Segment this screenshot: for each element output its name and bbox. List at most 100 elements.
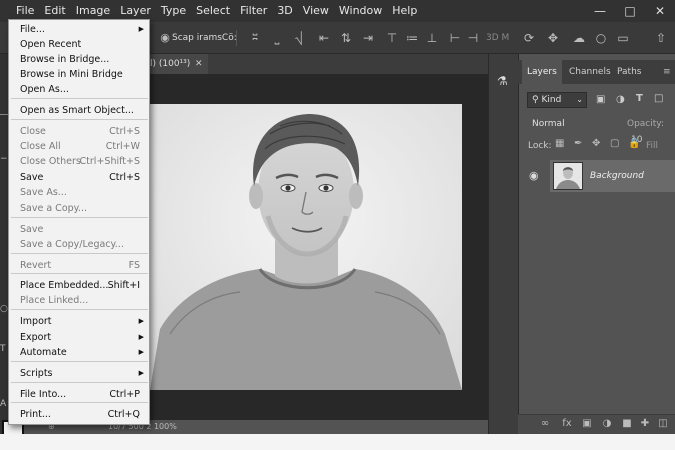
portrait-illustration	[150, 104, 462, 390]
align-left-icon[interactable]: ⇤	[317, 31, 331, 45]
orbit-icon[interactable]: ⟳	[522, 31, 536, 45]
menu-item-label: Place Embedded...	[20, 280, 109, 291]
blend-mode-select[interactable]: Normal	[527, 116, 597, 132]
align-vcenter-icon[interactable]: ⎵	[270, 31, 284, 45]
file-menu-item-close-others[interactable]: Close Others Ctrl+Shift+S	[20, 154, 148, 169]
visibility-eye-icon[interactable]: ◉	[529, 170, 543, 182]
align-bottom-icon[interactable]: ⎷	[292, 31, 306, 45]
align-top-icon[interactable]: ⎶	[248, 31, 262, 45]
distribute-bottom-icon[interactable]: ⊥	[425, 31, 439, 45]
lock-move-icon[interactable]: ✥	[592, 138, 600, 149]
pan-icon[interactable]: ✥	[546, 31, 560, 45]
new-layer-icon[interactable]: ✚	[638, 418, 652, 430]
submenu-arrow-icon: ▶	[138, 333, 144, 341]
options-label: Scap iramsCö:	[172, 33, 237, 43]
menu-window[interactable]: Window	[334, 0, 387, 22]
lock-brush-icon[interactable]: ✒	[574, 138, 582, 149]
workspace-icon[interactable]: ▭	[616, 31, 630, 45]
close-window-button[interactable]: ✕	[645, 0, 675, 22]
file-menu-item-close-all[interactable]: Close All Ctrl+W	[20, 139, 148, 154]
document-tab[interactable]: l) (100¹³) ✕	[150, 54, 208, 74]
adjustment-layer-icon[interactable]: ◑	[600, 418, 614, 430]
file-menu-item-import[interactable]: Import ▶	[20, 314, 148, 329]
file-menu-item-save-a-copy[interactable]: Save a Copy...	[20, 201, 148, 216]
tab-layers[interactable]: Layers	[522, 60, 562, 84]
file-menu-item-print[interactable]: Print... Ctrl+Q	[20, 407, 148, 422]
menu-separator	[11, 98, 148, 99]
menu-item-shortcut: Ctrl+Shift+S	[79, 156, 140, 167]
distribute-top-icon[interactable]: ⊤	[385, 31, 399, 45]
file-menu-item-save-a-copy-legacy[interactable]: Save a Copy/Legacy...	[20, 237, 148, 252]
file-menu-item-open-as[interactable]: Open As...	[20, 82, 148, 97]
submenu-arrow-icon: ▶	[138, 348, 144, 356]
lock-artboard-icon[interactable]: ▢	[610, 138, 619, 149]
search-icon[interactable]: ○	[594, 31, 608, 45]
layer-name[interactable]: Background	[590, 160, 644, 192]
menu-item-label: Place Linked...	[20, 295, 89, 306]
menu-help[interactable]: Help	[387, 0, 422, 22]
radio-icon[interactable]: ◉	[158, 31, 172, 45]
menu-item-shortcut: Ctrl+W	[105, 141, 140, 152]
file-menu-item-place-embedded[interactable]: Place Embedded... Shift+I	[20, 278, 148, 293]
menu-filter[interactable]: Filter	[235, 0, 272, 22]
tool-icon[interactable]: T	[0, 344, 6, 354]
file-menu-item-automate[interactable]: Automate ▶	[20, 345, 148, 360]
file-menu-item-browse-in-bridge[interactable]: Browse in Bridge...	[20, 52, 148, 67]
tab-channels[interactable]: Channels	[564, 60, 616, 84]
filter-shape-icon[interactable]: □	[654, 93, 663, 104]
file-menu-item-browse-in-mini-bridge[interactable]: Browse in Mini Bridge	[20, 67, 148, 82]
tab-paths[interactable]: Paths	[612, 60, 646, 84]
filter-adjustment-icon[interactable]: ◑	[616, 94, 625, 105]
submenu-arrow-icon: ▶	[138, 369, 144, 377]
minimize-button[interactable]: —	[585, 0, 615, 22]
align-hcenter-icon[interactable]: ⇅	[339, 31, 353, 45]
menu-item-shortcut: Ctrl+P	[109, 389, 140, 400]
close-tab-icon[interactable]: ✕	[195, 54, 203, 74]
file-menu-item-save[interactable]: Save Ctrl+S	[20, 170, 148, 185]
menu-select[interactable]: Select	[191, 0, 235, 22]
tool-icon[interactable]: A	[0, 399, 6, 409]
menu-separator	[11, 253, 148, 254]
file-menu-item-file[interactable]: File... ▶	[20, 22, 148, 37]
filter-pixel-icon[interactable]: ▣	[596, 94, 605, 105]
menu-view[interactable]: View	[298, 0, 334, 22]
file-menu-item-open-recent[interactable]: Open Recent	[20, 37, 148, 52]
file-menu-item-save[interactable]: Save	[20, 222, 148, 237]
menu-item-label: Browse in Bridge...	[20, 54, 110, 65]
history-icon[interactable]: ⚗	[497, 74, 508, 88]
lock-all-icon[interactable]: 🔒	[628, 138, 640, 149]
align-right-icon[interactable]: ⇥	[361, 31, 375, 45]
share-icon[interactable]: ⇧	[654, 31, 668, 45]
filter-kind-select[interactable]: ⚲ Kind ⌄	[527, 92, 587, 108]
lock-transparent-icon[interactable]: ▦	[555, 138, 564, 149]
menu-item-shortcut: Shift+I	[107, 280, 140, 291]
tool-icon[interactable]: ○	[0, 304, 8, 314]
mask-icon[interactable]: ▣	[580, 418, 594, 430]
panel-dock-strip: ⚗	[488, 54, 518, 434]
panel-menu-icon[interactable]: ≡	[658, 60, 675, 84]
canvas-image[interactable]	[150, 104, 462, 390]
filter-type-icon[interactable]: T	[636, 93, 643, 104]
file-menu-item-close[interactable]: Close Ctrl+S	[20, 124, 148, 139]
file-menu-item-scripts[interactable]: Scripts ▶	[20, 366, 148, 381]
file-menu-item-export[interactable]: Export ▶	[20, 330, 148, 345]
distribute-vcenter-icon[interactable]: ≔	[405, 31, 419, 45]
file-menu-item-revert[interactable]: Revert FS	[20, 258, 148, 273]
fx-icon[interactable]: fx	[560, 418, 574, 430]
file-menu-item-file-into[interactable]: File Into... Ctrl+P	[20, 387, 148, 402]
restore-button[interactable]: □	[615, 0, 645, 22]
menu-item-label: Save	[20, 172, 44, 183]
tool-icon[interactable]: −	[0, 154, 8, 164]
link-layers-icon[interactable]: ∞	[538, 418, 552, 430]
cloud-icon[interactable]: ☁	[572, 31, 586, 45]
menu-item-label: Browse in Mini Bridge	[20, 69, 123, 80]
menu-3d[interactable]: 3D	[272, 0, 297, 22]
file-menu-item-open-as-smart-object[interactable]: Open as Smart Object...	[20, 103, 148, 118]
distribute-right-icon[interactable]: ⊣	[466, 31, 480, 45]
group-folder-icon[interactable]: ■	[620, 418, 634, 430]
file-menu-item-place-linked[interactable]: Place Linked...	[20, 293, 148, 308]
menu-type[interactable]: Type	[156, 0, 191, 22]
trash-icon[interactable]: ◫	[656, 418, 670, 430]
distribute-left-icon[interactable]: ⊢	[448, 31, 462, 45]
file-menu-item-save-as[interactable]: Save As...	[20, 185, 148, 200]
